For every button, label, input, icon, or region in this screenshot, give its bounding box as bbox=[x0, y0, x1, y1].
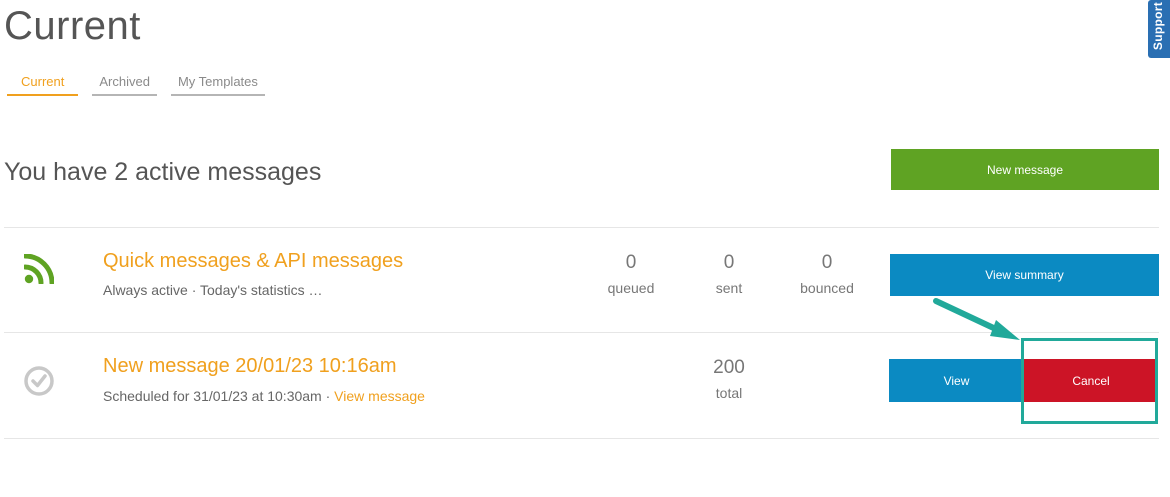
annotation-arrow-icon bbox=[928, 294, 1028, 351]
stat-sent: 0 sent bbox=[684, 252, 774, 296]
stat-total: 200 total bbox=[684, 357, 774, 401]
view-message-link[interactable]: View message bbox=[334, 388, 425, 404]
message-subtitle-quick: Always active · Today's statistics … bbox=[103, 282, 323, 298]
stat-sent-value: 0 bbox=[723, 252, 735, 273]
stat-total-label: total bbox=[715, 385, 743, 401]
stat-bounced-label: bounced bbox=[800, 280, 854, 296]
message-title-quick[interactable]: Quick messages & API messages bbox=[103, 250, 403, 273]
new-message-button[interactable]: New message bbox=[891, 149, 1159, 190]
stat-bounced: 0 bounced bbox=[782, 252, 872, 296]
support-tab-label: Support bbox=[1151, 2, 1165, 51]
divider bbox=[4, 438, 1159, 439]
rss-feed-icon bbox=[22, 253, 55, 289]
message-title-scheduled[interactable]: New message 20/01/23 10:16am bbox=[103, 355, 397, 378]
scheduled-check-icon bbox=[23, 365, 55, 402]
view-summary-button[interactable]: View summary bbox=[890, 254, 1159, 296]
stat-queued: 0 queued bbox=[586, 252, 676, 296]
annotation-highlight-box bbox=[1021, 338, 1158, 424]
tab-bar: Current Archived My Templates bbox=[7, 74, 265, 96]
message-subtitle-text: Scheduled for 31/01/23 at 10:30am · bbox=[103, 388, 335, 404]
stat-total-value: 200 bbox=[713, 357, 745, 378]
view-button[interactable]: View bbox=[889, 359, 1024, 402]
tab-my-templates[interactable]: My Templates bbox=[170, 74, 265, 96]
stat-sent-label: sent bbox=[715, 280, 743, 296]
active-messages-heading: You have 2 active messages bbox=[4, 158, 322, 186]
stat-queued-label: queued bbox=[607, 280, 655, 296]
message-subtitle-scheduled: Scheduled for 31/01/23 at 10:30am · View… bbox=[103, 388, 425, 404]
divider bbox=[4, 227, 1159, 228]
stat-queued-value: 0 bbox=[625, 252, 637, 273]
page-title: Current bbox=[4, 4, 141, 48]
tab-archived[interactable]: Archived bbox=[92, 74, 157, 96]
stat-bounced-value: 0 bbox=[821, 252, 833, 273]
support-tab[interactable]: Support bbox=[1148, 0, 1170, 58]
tab-current[interactable]: Current bbox=[7, 74, 79, 96]
